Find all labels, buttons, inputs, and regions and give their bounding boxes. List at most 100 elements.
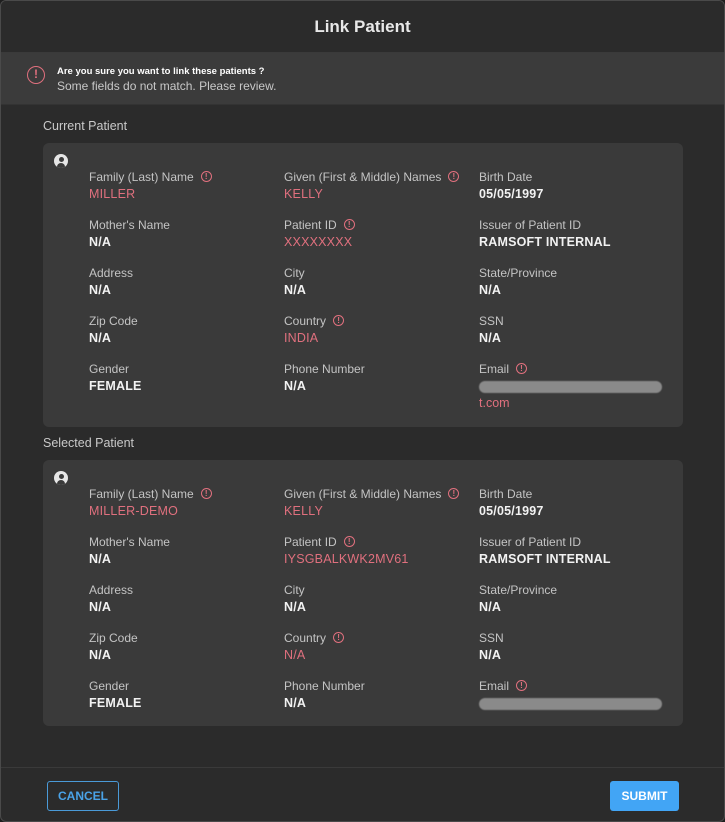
field-label: City (284, 582, 305, 597)
field-city: City N/A (284, 582, 474, 615)
field-label: Patient ID (284, 217, 337, 232)
field-patient-id: Patient ID! IYSGBALKWK2MV61 (284, 534, 474, 567)
mismatch-info-icon[interactable]: ! (448, 488, 460, 499)
field-country: Country! N/A (284, 630, 474, 662)
mismatch-info-icon[interactable]: ! (343, 219, 355, 230)
field-label: Family (Last) Name (89, 169, 194, 184)
field-label: Zip Code (89, 313, 138, 328)
field-value: t.com (479, 396, 510, 410)
field-phone: Phone Number N/A (284, 678, 474, 711)
field-ssn: SSN N/A (479, 630, 669, 663)
field-value: N/A (89, 552, 112, 566)
account-circle-icon (54, 471, 68, 485)
field-city: City N/A (284, 265, 474, 298)
field-label: Address (89, 265, 134, 280)
field-email: Email! t.com (479, 361, 669, 410)
field-label: Given (First & Middle) Names (284, 486, 442, 501)
field-phone: Phone Number N/A (284, 361, 474, 394)
field-gender: Gender FEMALE (89, 678, 279, 711)
dialog-title: Link Patient (1, 1, 724, 53)
field-address: Address N/A (89, 265, 279, 298)
field-value: IYSGBALKWK2MV61 (284, 552, 409, 566)
field-value: N/A (89, 331, 112, 345)
field-value: N/A (89, 235, 112, 249)
field-value: 05/05/1997 (479, 187, 544, 201)
field-value: MILLER-DEMO (89, 504, 179, 518)
field-value: INDIA (284, 331, 319, 345)
mismatch-info-icon[interactable]: ! (343, 536, 355, 547)
field-issuer: Issuer of Patient ID RAMSOFT INTERNAL (479, 534, 669, 567)
field-value: N/A (284, 600, 307, 614)
field-label: Birth Date (479, 486, 533, 501)
mismatch-info-icon[interactable]: ! (333, 632, 345, 643)
field-value: N/A (479, 283, 502, 297)
field-value: RAMSOFT INTERNAL (479, 235, 611, 249)
field-value: N/A (284, 379, 307, 393)
field-email: Email! (479, 678, 669, 710)
field-label: Country (284, 313, 327, 328)
warning-message: Some fields do not match. Please review. (57, 79, 277, 93)
field-label: Mother's Name (89, 534, 170, 549)
field-value: MILLER (89, 187, 136, 201)
mismatch-info-icon[interactable]: ! (333, 315, 345, 326)
field-ssn: SSN N/A (479, 313, 669, 346)
selected-patient-card: Family (Last) Name! MILLER-DEMO Given (F… (43, 460, 683, 726)
field-label: Mother's Name (89, 217, 170, 232)
field-value: XXXXXXXX (284, 235, 353, 249)
redacted-email (479, 698, 662, 710)
field-label: Gender (89, 361, 130, 376)
warning-title: Are you sure you want to link these pati… (57, 66, 265, 77)
field-label: Country (284, 630, 327, 645)
field-value: N/A (89, 648, 112, 662)
field-value: N/A (479, 331, 502, 345)
submit-button[interactable]: SUBMIT (610, 781, 679, 811)
field-family-name: Family (Last) Name! MILLER (89, 169, 279, 201)
field-family-name: Family (Last) Name! MILLER-DEMO (89, 486, 279, 518)
field-value: N/A (479, 600, 502, 614)
field-value: N/A (89, 283, 112, 297)
dialog-footer: CANCEL SUBMIT (1, 767, 724, 821)
field-country: Country! INDIA (284, 313, 474, 345)
field-value: N/A (479, 648, 502, 662)
field-birth-date: Birth Date 05/05/1997 (479, 486, 669, 519)
field-zip: Zip Code N/A (89, 630, 279, 663)
cancel-button[interactable]: CANCEL (47, 781, 119, 811)
mismatch-info-icon[interactable]: ! (448, 171, 460, 182)
field-mothers-name: Mother's Name N/A (89, 217, 279, 250)
field-issuer: Issuer of Patient ID RAMSOFT INTERNAL (479, 217, 669, 250)
field-value: KELLY (284, 187, 323, 201)
field-label: SSN (479, 630, 504, 645)
mismatch-info-icon[interactable]: ! (200, 488, 212, 499)
field-gender: Gender FEMALE (89, 361, 279, 394)
field-label: Issuer of Patient ID (479, 534, 582, 549)
current-patient-heading: Current Patient (43, 119, 128, 133)
field-zip: Zip Code N/A (89, 313, 279, 346)
current-patient-card: Family (Last) Name! MILLER Given (First … (43, 143, 683, 427)
mismatch-info-icon[interactable]: ! (516, 680, 528, 691)
field-label: Patient ID (284, 534, 337, 549)
field-label: Email (479, 361, 510, 376)
field-state: State/Province N/A (479, 582, 669, 615)
mismatch-info-icon[interactable]: ! (200, 171, 212, 182)
field-label: Gender (89, 678, 130, 693)
field-label: Email (479, 678, 510, 693)
field-label: Issuer of Patient ID (479, 217, 582, 232)
field-value: N/A (284, 696, 307, 710)
field-label: Given (First & Middle) Names (284, 169, 442, 184)
field-value: FEMALE (89, 379, 142, 393)
field-value: N/A (89, 600, 112, 614)
field-value: KELLY (284, 504, 323, 518)
field-address: Address N/A (89, 582, 279, 615)
field-patient-id: Patient ID! XXXXXXXX (284, 217, 474, 249)
redacted-email (479, 381, 662, 393)
field-label: City (284, 265, 305, 280)
field-state: State/Province N/A (479, 265, 669, 298)
field-value: RAMSOFT INTERNAL (479, 552, 611, 566)
mismatch-info-icon[interactable]: ! (516, 363, 528, 374)
selected-patient-heading: Selected Patient (43, 436, 135, 450)
field-birth-date: Birth Date 05/05/1997 (479, 169, 669, 202)
field-value: 05/05/1997 (479, 504, 544, 518)
field-label: SSN (479, 313, 504, 328)
field-label: Address (89, 582, 134, 597)
field-label: Phone Number (284, 361, 365, 376)
